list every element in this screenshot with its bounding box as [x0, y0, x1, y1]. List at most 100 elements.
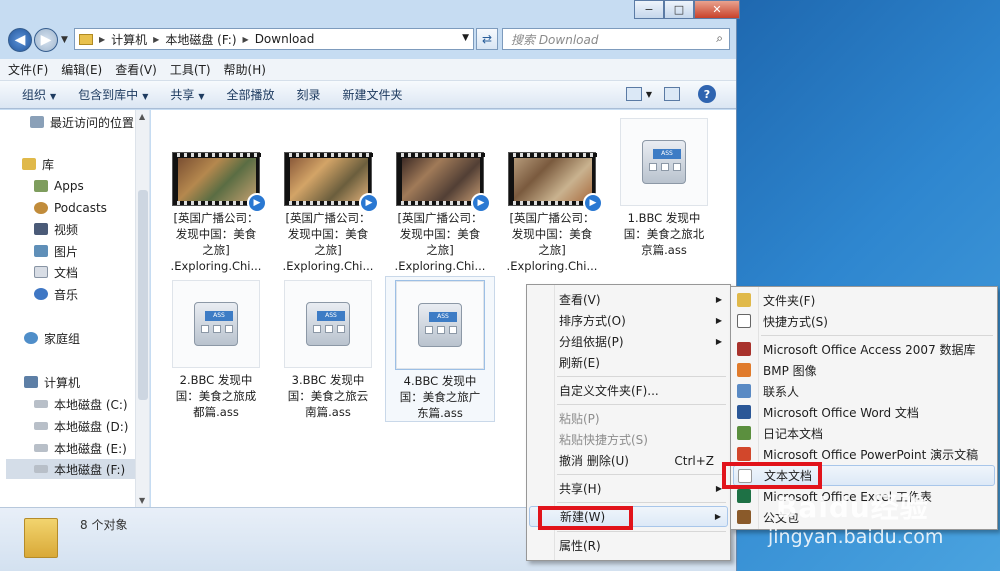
file-name: [英国广播公司： 发现中国：美食 之旅] .Exploring.Chi...	[394, 211, 486, 273]
menu-separator	[761, 335, 993, 336]
search-icon[interactable]: ⌕	[716, 31, 723, 46]
file-name: 4.BBC 发现中 国：美食之旅广 东篇.ass	[399, 374, 481, 420]
menu-separator	[557, 404, 726, 405]
file-item[interactable]: ▶ [英国广播公司： 发现中国：美食 之旅] .Exploring.Chi...	[497, 152, 607, 274]
minimize-button[interactable]: −	[634, 0, 664, 19]
menu-edit[interactable]: 编辑(E)	[61, 61, 102, 78]
sidebar-item-podcasts[interactable]: Podcasts	[34, 198, 107, 218]
shortcut-icon	[737, 314, 751, 328]
breadcrumb-drive-f[interactable]: 本地磁盘 (F:)	[165, 31, 236, 48]
menu-item-paste-shortcut[interactable]: 粘贴快捷方式(S)	[529, 429, 728, 450]
sidebar-item-apps[interactable]: Apps	[34, 176, 84, 196]
sidebar-item-label: 视频	[54, 222, 79, 237]
back-arrow-icon: ◀	[14, 32, 26, 48]
address-bar[interactable]: ▶ 计算机 ▶ 本地磁盘 (F:) ▶ Download ▼	[74, 28, 474, 50]
window-controls: − □ ✕	[634, 0, 740, 19]
submenu-item-word[interactable]: Microsoft Office Word 文档	[733, 402, 995, 423]
search-placeholder: 搜索 Download	[511, 32, 599, 47]
computer-icon	[24, 376, 38, 388]
menu-separator	[557, 502, 726, 503]
drive-icon	[34, 465, 48, 473]
menu-tools[interactable]: 工具(T)	[170, 61, 211, 78]
file-item[interactable]: ASS 2.BBC 发现中 国：美食之旅成 都篇.ass	[161, 280, 271, 420]
sidebar-item-homegroup[interactable]: 家庭组	[24, 328, 80, 348]
menu-item-properties[interactable]: 属性(R)	[529, 535, 728, 556]
sidebar-item-pictures[interactable]: 图片	[34, 241, 78, 261]
help-icon[interactable]: ?	[698, 85, 716, 103]
file-name: 1.BBC 发现中 国：美食之旅北 京篇.ass	[623, 211, 705, 257]
file-item[interactable]: ASS 1.BBC 发现中 国：美食之旅北 京篇.ass	[609, 118, 719, 258]
play-icon: ▶	[471, 193, 491, 213]
file-item[interactable]: ▶ [英国广播公司： 发现中国：美食 之旅] .Exploring.Chi...	[161, 152, 271, 274]
menu-item-sort[interactable]: 排序方式(O) ▶	[529, 310, 728, 331]
menu-item-share[interactable]: 共享(H) ▶	[529, 478, 728, 499]
forward-button[interactable]: ▶	[34, 28, 58, 52]
scroll-up-icon[interactable]: ▲	[139, 112, 145, 121]
file-item[interactable]: ▶ [英国广播公司： 发现中国：美食 之旅] .Exploring.Chi...	[385, 152, 495, 274]
recent-places-icon	[30, 116, 44, 128]
submenu-item-journal[interactable]: 日记本文档	[733, 423, 995, 444]
close-button[interactable]: ✕	[694, 0, 740, 19]
burn-button[interactable]: 刻录	[297, 86, 321, 103]
scrollbar-thumb[interactable]	[138, 190, 148, 400]
sidebar-item-computer[interactable]: 计算机	[24, 372, 80, 392]
submenu-item-access[interactable]: Microsoft Office Access 2007 数据库	[733, 339, 995, 360]
breadcrumb-separator[interactable]: ▶	[153, 35, 159, 44]
play-all-button[interactable]: 全部播放	[227, 86, 275, 103]
chevron-down-icon[interactable]: ▼	[646, 90, 652, 99]
sidebar-item-drive-c[interactable]: 本地磁盘 (C:)	[34, 394, 128, 414]
menu-item-refresh[interactable]: 刷新(E)	[529, 352, 728, 373]
sidebar-item-recent[interactable]: 最近访问的位置	[30, 112, 134, 132]
file-name: [英国广播公司： 发现中国：美食 之旅] .Exploring.Chi...	[506, 211, 598, 273]
sidebar-item-videos[interactable]: 视频	[34, 219, 78, 239]
search-input[interactable]: 搜索 Download ⌕	[502, 28, 730, 50]
back-button[interactable]: ◀	[8, 28, 32, 52]
submenu-item-folder[interactable]: 文件夹(F)	[733, 290, 995, 311]
sidebar-item-documents[interactable]: 文档	[34, 262, 78, 282]
organize-button[interactable]: 组织 ▼	[22, 86, 56, 103]
breadcrumb-download[interactable]: Download	[255, 32, 315, 46]
submenu-arrow-icon: ▶	[715, 295, 722, 304]
new-folder-button[interactable]: 新建文件夹	[343, 86, 403, 103]
menu-item-paste[interactable]: 粘贴(P)	[529, 408, 728, 429]
sidebar-item-library[interactable]: 库	[22, 154, 54, 174]
file-name: 3.BBC 发现中 国：美食之旅云 南篇.ass	[287, 373, 369, 419]
menu-item-undo[interactable]: 撤消 删除(U) Ctrl+Z	[529, 450, 728, 471]
breadcrumb-computer[interactable]: 计算机	[111, 31, 147, 48]
share-button[interactable]: 共享 ▼	[170, 86, 204, 103]
file-item[interactable]: ASS 4.BBC 发现中 国：美食之旅广 东篇.ass	[385, 276, 495, 422]
ass-file-icon: ASS	[620, 118, 708, 206]
video-thumbnail: ▶	[396, 152, 491, 213]
menu-help[interactable]: 帮助(H)	[224, 61, 266, 78]
change-view-icon[interactable]	[625, 87, 642, 101]
sidebar-item-drive-e[interactable]: 本地磁盘 (E:)	[34, 438, 127, 458]
sidebar-item-music[interactable]: 音乐	[34, 284, 78, 304]
refresh-button[interactable]: ⇄	[476, 28, 498, 50]
menu-item-view[interactable]: 查看(V) ▶	[529, 289, 728, 310]
menu-view[interactable]: 查看(V)	[115, 61, 157, 78]
journal-icon	[737, 426, 751, 440]
address-dropdown-icon[interactable]: ▼	[462, 33, 469, 43]
menu-item-group[interactable]: 分组依据(P) ▶	[529, 331, 728, 352]
sidebar-scrollbar[interactable]: ▲ ▼	[135, 110, 149, 507]
file-name: [英国广播公司： 发现中国：美食 之旅] .Exploring.Chi...	[282, 211, 374, 273]
drive-icon	[34, 444, 48, 452]
submenu-item-bmp[interactable]: BMP 图像	[733, 360, 995, 381]
include-library-button[interactable]: 包含到库中 ▼	[78, 86, 148, 103]
breadcrumb-separator[interactable]: ▶	[99, 35, 105, 44]
sidebar-item-drive-f[interactable]: 本地磁盘 (F:)	[6, 459, 146, 479]
submenu-item-contact[interactable]: 联系人	[733, 381, 995, 402]
scroll-down-icon[interactable]: ▼	[139, 496, 145, 505]
file-item[interactable]: ASS 3.BBC 发现中 国：美食之旅云 南篇.ass	[273, 280, 383, 420]
recent-pages-dropdown[interactable]: ▼	[61, 35, 68, 45]
breadcrumb-separator[interactable]: ▶	[243, 35, 249, 44]
submenu-item-shortcut[interactable]: 快捷方式(S)	[733, 311, 995, 332]
sidebar-item-drive-d[interactable]: 本地磁盘 (D:)	[34, 416, 128, 436]
file-item[interactable]: ▶ [英国广播公司： 发现中国：美食 之旅] .Exploring.Chi...	[273, 152, 383, 274]
menu-file[interactable]: 文件(F)	[8, 61, 48, 78]
maximize-button[interactable]: □	[664, 0, 694, 19]
picture-icon	[34, 245, 48, 257]
menu-item-customize[interactable]: 自定义文件夹(F)...	[529, 380, 728, 401]
preview-pane-icon[interactable]	[664, 87, 680, 101]
command-bar: 组织 ▼ 包含到库中 ▼ 共享 ▼ 全部播放 刻录 新建文件夹 ▼ ?	[0, 81, 736, 109]
